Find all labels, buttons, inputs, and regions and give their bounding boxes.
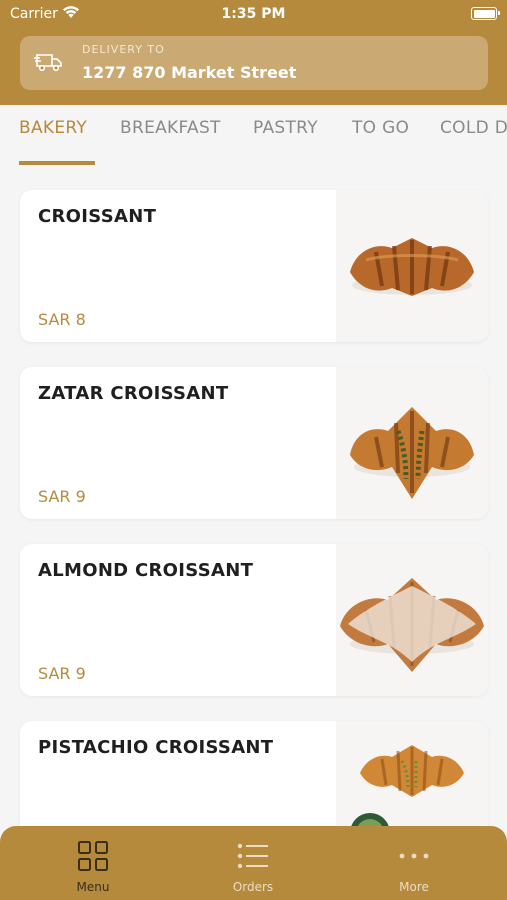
bottom-navigation: Menu Orders More: [0, 826, 507, 900]
product-name: PISTACHIO CROISSANT: [38, 737, 274, 758]
nav-menu-label: Menu: [76, 880, 110, 894]
nav-orders-label: Orders: [232, 880, 274, 894]
tab-bakery[interactable]: BAKERY: [19, 118, 87, 138]
active-tab-indicator: [19, 161, 95, 165]
tab-to-go[interactable]: TO GO: [352, 118, 409, 138]
almond-croissant-image: [336, 544, 488, 696]
delivery-address-selector[interactable]: DELIVERY TO 1277 870 Market Street: [20, 36, 488, 90]
delivery-label: DELIVERY TO: [82, 43, 165, 56]
product-price: SAR 9: [38, 664, 86, 683]
product-price: SAR 8: [38, 310, 86, 329]
croissant-image: [336, 190, 488, 342]
battery-icon: [471, 7, 500, 20]
tab-cold-drinks[interactable]: COLD D: [440, 118, 507, 138]
list-icon: [237, 843, 268, 869]
tab-pastry[interactable]: PASTRY: [253, 118, 318, 138]
status-bar: Carrier 1:35 PM: [0, 0, 507, 28]
product-card-croissant[interactable]: CROISSANT SAR 8: [20, 190, 488, 342]
nav-more[interactable]: More: [354, 826, 474, 900]
tab-breakfast[interactable]: BREAKFAST: [120, 118, 221, 138]
status-time: 1:35 PM: [221, 6, 286, 22]
delivery-truck-icon: [34, 50, 64, 78]
more-icon: [399, 853, 429, 859]
product-card-almond-croissant[interactable]: ALMOND CROISSANT SAR 9: [20, 544, 488, 696]
app-header: Carrier 1:35 PM DELIVERY TO 1277 870 Mar…: [0, 0, 507, 105]
product-price: SAR 9: [38, 487, 86, 506]
nav-orders[interactable]: Orders: [193, 826, 313, 900]
zatar-croissant-image: [336, 367, 488, 519]
product-card-zatar-croissant[interactable]: ZATAR CROISSANT SAR 9: [20, 367, 488, 519]
nav-menu[interactable]: Menu: [33, 826, 153, 900]
product-name: ZATAR CROISSANT: [38, 383, 229, 404]
nav-more-label: More: [399, 880, 429, 894]
product-name: CROISSANT: [38, 206, 157, 227]
product-name: ALMOND CROISSANT: [38, 560, 254, 581]
category-tabs: BAKERY BREAKFAST PASTRY TO GO COLD D: [0, 105, 507, 165]
grid-icon: [78, 841, 108, 871]
delivery-address: 1277 870 Market Street: [82, 63, 297, 82]
